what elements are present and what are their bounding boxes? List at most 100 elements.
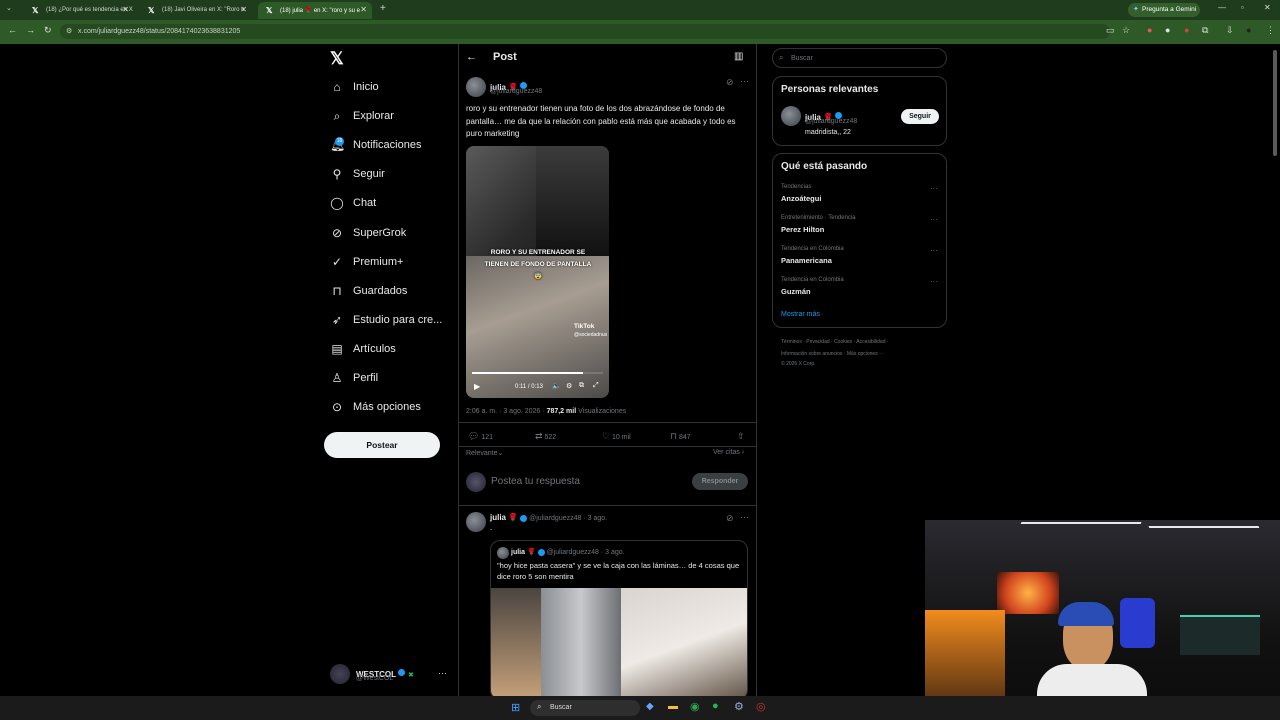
reader-icon[interactable]: ▥ (734, 51, 743, 62)
spotify-icon[interactable]: ● (712, 700, 719, 712)
trend-item[interactable]: Perez Hilton (781, 225, 824, 234)
avatar[interactable] (466, 512, 486, 532)
puzzle-icon[interactable]: ⧉ (1202, 25, 1208, 36)
share-icon[interactable]: ⇧ (737, 431, 745, 442)
cast-icon[interactable]: ▭ (1106, 25, 1115, 36)
bookmark-action[interactable]: ⊓ 847 (670, 431, 691, 442)
sidebar-item-supergrok[interactable]: ⊘ SuperGrok (330, 222, 406, 244)
sidebar-item-guardados[interactable]: ⊓ Guardados (330, 280, 407, 302)
chrome-menu-icon[interactable]: ⋮ (1266, 25, 1275, 36)
post-timestamp[interactable]: 2:06 a. m. · 3 ago. 2026 · (466, 408, 547, 415)
footer-links[interactable]: Información sobre anuncios · Más opcione… (781, 351, 884, 357)
profile-avatar-icon[interactable]: ● (1246, 25, 1251, 35)
pip-icon[interactable]: ⧉ (579, 382, 584, 390)
quotes-label: Ver citas (713, 449, 740, 456)
site-info-icon[interactable]: ⚙ (66, 27, 72, 35)
restore-icon[interactable]: ▫ (1241, 3, 1244, 12)
author-handle[interactable]: @juliardguezz48 (529, 515, 581, 522)
scrollbar[interactable] (1273, 50, 1277, 156)
folder-icon[interactable]: ▬ (668, 701, 678, 712)
more-icon[interactable]: ··· (930, 215, 938, 224)
browser-tab-3[interactable]: 𝕏 (18) julia 🌹 en X: "roro y su e ✕ (258, 2, 372, 19)
search-input[interactable]: ⌕ Buscar (772, 48, 947, 68)
close-icon[interactable]: ✕ (240, 5, 247, 14)
follow-button[interactable]: Seguir (901, 109, 939, 124)
quote-image-3[interactable] (621, 588, 747, 699)
windows-start-icon[interactable]: ⊞ (511, 701, 520, 714)
address-bar[interactable]: ⚙ x.com/juliardguezz48/status/2084174023… (60, 24, 1110, 39)
x-logo-icon: 𝕏 (32, 6, 39, 15)
reply-action[interactable]: 💬︎ 121 (468, 431, 493, 442)
grok-icon[interactable]: ⊘ (726, 77, 734, 88)
post-button[interactable]: Postear (324, 432, 440, 458)
minimize-icon[interactable]: — (1218, 3, 1226, 12)
reply-button[interactable]: Responder (692, 473, 748, 490)
sort-dropdown[interactable]: Relevante⌄ (466, 449, 503, 457)
volume-icon[interactable]: 🔈 (552, 382, 561, 390)
forward-icon[interactable]: → (26, 25, 35, 35)
taskbar-search[interactable]: ⌕ Buscar (530, 700, 640, 716)
reply-date[interactable]: · 3 ago. (583, 515, 607, 522)
like-action[interactable]: ♡ 10 mil (602, 431, 631, 442)
downloads-icon[interactable]: ⇩ (1226, 25, 1234, 36)
trend-item[interactable]: Anzoátegui (781, 194, 821, 203)
settings-icon[interactable]: ⚙ (734, 700, 744, 713)
show-more-link[interactable]: Mostrar más (781, 311, 820, 318)
video-player[interactable]: RORO Y SU ENTRENADOR SE TIENEN DE FONDO … (466, 146, 609, 398)
tab-strip: 𝕏 (18) ¿Por qué es tendencia en X ✕ 𝕏 (1… (0, 0, 1280, 20)
fullscreen-icon[interactable]: ⤢ (593, 382, 599, 390)
extension-icon[interactable]: ● (1184, 25, 1189, 35)
browser-tab-1[interactable]: 𝕏 (18) ¿Por qué es tendencia en X ✕ (24, 2, 134, 19)
close-icon[interactable]: ✕ (122, 5, 129, 14)
app-icon[interactable]: ◎ (756, 700, 766, 713)
more-icon[interactable]: ··· (930, 277, 938, 286)
more-icon[interactable]: ··· (930, 246, 938, 255)
quoted-post[interactable]: julia 🌹 @juliardguezz48 · 3 ago. "hoy hi… (490, 540, 748, 700)
sidebar-item-explorar[interactable]: ⌕ Explorar (330, 105, 394, 127)
trend-item[interactable]: Panamericana (781, 256, 832, 265)
more-icon[interactable]: ··· (930, 184, 938, 193)
more-icon[interactable]: ··· (740, 512, 749, 522)
close-icon[interactable]: ✕ (360, 5, 367, 14)
grok-icon[interactable]: ⊘ (726, 513, 734, 524)
bookmark-star-icon[interactable]: ☆ (1122, 25, 1130, 36)
trend-item[interactable]: Guzmán (781, 287, 811, 296)
reload-icon[interactable]: ↻ (44, 25, 52, 36)
sidebar-item-perfil[interactable]: ♙ Perfil (330, 367, 378, 389)
extension-icon[interactable]: ● (1147, 25, 1152, 35)
author-name[interactable]: julia 🌹 (490, 513, 518, 522)
back-arrow-icon[interactable]: ← (466, 51, 477, 63)
footer-links[interactable]: Términos · Privacidad · Cookies · Accesi… (781, 339, 889, 345)
author-handle[interactable]: @juliardguezz48 (490, 88, 542, 95)
sidebar-item-más-opciones[interactable]: ⊙ Más opciones (330, 396, 421, 418)
sidebar-item-inicio[interactable]: ⌂ Inicio (330, 76, 378, 98)
chrome-icon[interactable]: ◉ (690, 700, 700, 713)
window-close-icon[interactable]: ✕ (1264, 3, 1271, 12)
play-icon[interactable]: ▶ (474, 382, 480, 391)
extension-icon[interactable]: ● (1165, 25, 1170, 35)
browser-tab-2[interactable]: 𝕏 (18) Javi Oliveira en X: "Roro n ✕ (140, 2, 252, 19)
sidebar-item-notificaciones[interactable]: 🔔︎Notificaciones (330, 134, 421, 156)
new-tab-button[interactable]: + (380, 3, 386, 14)
video-progress-track[interactable] (472, 372, 603, 374)
sidebar-item-artículos[interactable]: ▤ Artículos (330, 338, 395, 360)
quote-image-2[interactable] (541, 588, 621, 699)
sidebar-item-chat[interactable]: ◯ Chat (330, 192, 376, 214)
copilot-icon[interactable]: ◆ (646, 701, 654, 712)
sidebar-item-estudio-para-cre[interactable]: ➶ Estudio para cre... (330, 309, 442, 331)
sidebar-item-premium[interactable]: ✓ Premium+ (330, 251, 403, 273)
tab-search-icon[interactable]: ⌄ (6, 4, 12, 12)
avatar[interactable] (781, 106, 801, 126)
view-quotes-link[interactable]: Ver citas › (713, 449, 744, 456)
back-icon[interactable]: ← (8, 25, 17, 35)
more-icon[interactable]: ··· (740, 76, 749, 86)
x-logo-icon[interactable]: 𝕏 (330, 49, 344, 69)
avatar[interactable] (466, 77, 486, 97)
settings-icon[interactable]: ⚙ (566, 382, 572, 390)
sidebar-item-seguir[interactable]: ⚲ Seguir (330, 163, 385, 185)
repost-action[interactable]: ⇄ 522 (535, 431, 556, 442)
gemini-button[interactable]: ✦ Pregunta a Gemini (1128, 3, 1200, 17)
reply-input[interactable]: Postea tu respuesta (491, 476, 580, 487)
more-icon[interactable]: ··· (438, 668, 447, 678)
quote-image-1[interactable] (491, 588, 541, 699)
